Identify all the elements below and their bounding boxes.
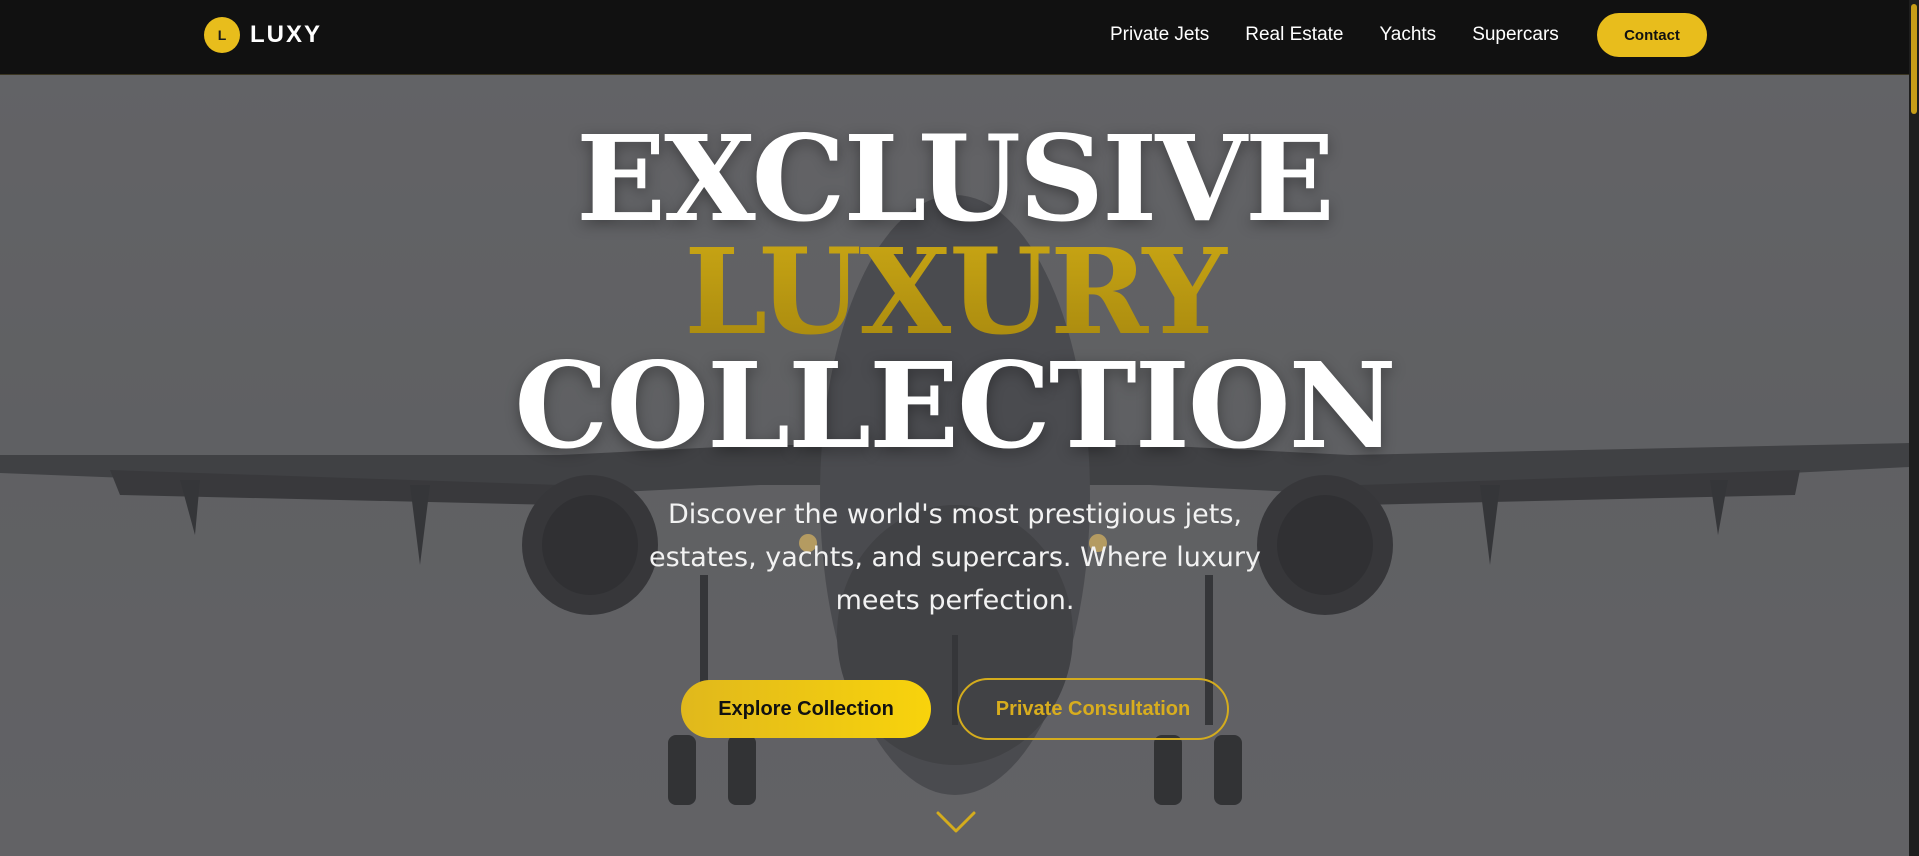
explore-collection-button[interactable]: Explore Collection <box>681 680 931 738</box>
nav-link-private-jets[interactable]: Private Jets <box>1110 24 1209 46</box>
hero-title-line-1: EXCLUSIVE <box>576 109 1335 248</box>
hero-section: EXCLUSIVE LUXURY COLLECTION Discover the… <box>0 75 1909 856</box>
nav-links: Private Jets Real Estate Yachts Supercar… <box>1110 0 1595 70</box>
hero-title-line-3: COLLECTION <box>514 336 1396 475</box>
nav-link-supercars[interactable]: Supercars <box>1472 24 1559 46</box>
navbar: L LUXY Private Jets Real Estate Yachts S… <box>0 0 1909 75</box>
logo-text: LUXY <box>250 21 323 48</box>
chevron-down-icon[interactable] <box>936 810 976 834</box>
page-scrollbar[interactable] <box>1909 0 1919 856</box>
hero-subtitle: Discover the world's most prestigious je… <box>649 499 1261 616</box>
hero-title-line-2: LUXURY <box>0 233 1909 351</box>
nav-link-yachts[interactable]: Yachts <box>1380 24 1437 46</box>
logo-badge: L <box>204 17 240 53</box>
logo[interactable]: L LUXY <box>204 17 322 53</box>
contact-button[interactable]: Contact <box>1597 13 1707 57</box>
private-consultation-button[interactable]: Private Consultation <box>957 678 1229 740</box>
nav-link-real-estate[interactable]: Real Estate <box>1245 24 1343 46</box>
scrollbar-thumb[interactable] <box>1911 4 1917 114</box>
